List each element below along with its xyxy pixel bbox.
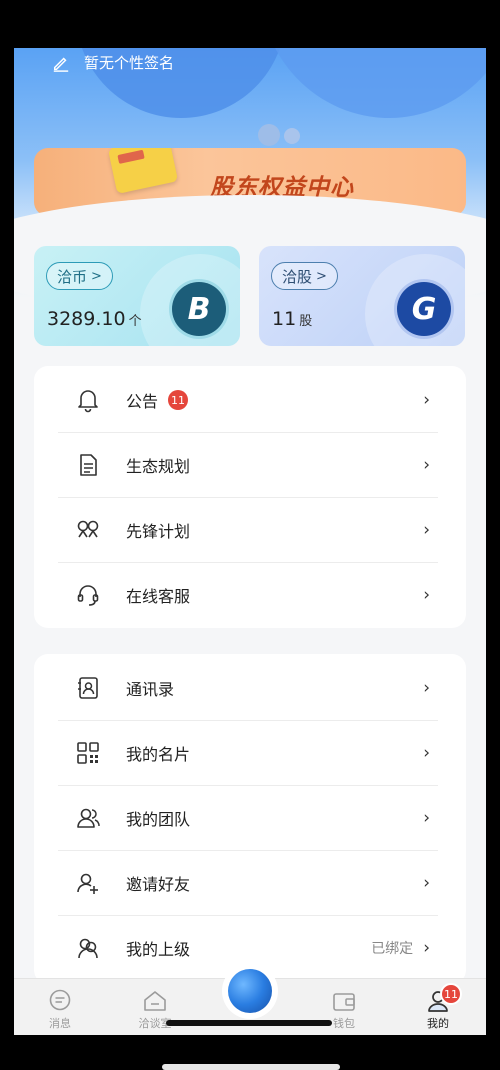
notification-badge: 11 <box>440 983 462 1005</box>
menu-item-label: 我的名片 <box>126 745 191 764</box>
menu-item-label: 我的上级 <box>126 940 191 959</box>
menu-item-customer-service[interactable]: 在线客服 › <box>58 563 438 627</box>
contacts-icon <box>74 674 102 702</box>
coin-unit: 个 <box>128 314 142 329</box>
chevron-right-icon: › <box>423 390 430 410</box>
pioneer-icon <box>74 516 102 544</box>
app-screen: 暂无个性签名 股东权益中心 洽币 > 3289.10 个 B 洽股 > 11 股 G <box>14 48 486 1035</box>
chevron-right-icon: › <box>423 520 430 540</box>
bell-icon <box>74 386 102 414</box>
coin-logo-icon: B <box>172 282 226 336</box>
tab-messages[interactable]: 消息 <box>20 987 100 1031</box>
coin-label-pill[interactable]: 洽币 > <box>46 262 113 290</box>
add-user-icon <box>74 869 102 897</box>
headset-icon <box>74 581 102 609</box>
signature-row[interactable]: 暂无个性签名 <box>52 52 174 73</box>
chevron-right-icon: > <box>91 268 102 284</box>
signature-text: 暂无个性签名 <box>84 54 175 72</box>
card-illustration <box>107 148 179 194</box>
chevron-right-icon: › <box>423 455 430 475</box>
share-unit: 股 <box>299 314 313 329</box>
chevron-right-icon: › <box>423 938 430 958</box>
share-amount-value: 11 <box>272 308 297 330</box>
menu-item-eco-plan[interactable]: 生态规划 › <box>58 433 438 497</box>
share-amount: 11 股 <box>272 308 312 330</box>
share-label: 洽股 <box>282 267 313 286</box>
superior-icon <box>74 934 102 962</box>
tab-label: 钱包 <box>333 1017 355 1030</box>
chevron-right-icon: › <box>423 808 430 828</box>
chevron-right-icon: › <box>423 585 430 605</box>
globe-icon[interactable] <box>222 963 278 1019</box>
bottom-bar <box>162 1064 340 1070</box>
share-card[interactable]: 洽股 > 11 股 G <box>259 246 465 346</box>
tab-profile[interactable]: 我的 11 <box>398 983 478 1031</box>
chevron-right-icon: › <box>423 678 430 698</box>
document-icon <box>74 451 102 479</box>
notification-badge: 11 <box>168 390 189 410</box>
service-menu: 公告 11 › 生态规划 › 先锋计划 › 在线客服 › <box>34 366 466 628</box>
menu-item-pioneer-plan[interactable]: 先锋计划 › <box>58 498 438 562</box>
chevron-right-icon: > <box>316 268 327 284</box>
coin-label: 洽币 <box>57 267 88 286</box>
share-logo-icon: G <box>397 282 451 336</box>
menu-item-label: 我的团队 <box>126 810 191 829</box>
coin-amount: 3289.10 个 <box>47 308 142 330</box>
message-icon <box>46 987 74 1015</box>
menu-item-contacts[interactable]: 通讯录 › <box>58 656 438 720</box>
social-menu: 通讯录 › 我的名片 › 我的团队 › 邀请好友 › 我的上级 已绑定 › <box>34 654 466 984</box>
tab-label: 消息 <box>49 1017 71 1030</box>
coin-card[interactable]: 洽币 > 3289.10 个 B <box>34 246 240 346</box>
menu-item-my-team[interactable]: 我的团队 › <box>58 786 438 850</box>
menu-item-invite-friends[interactable]: 邀请好友 › <box>58 851 438 915</box>
tab-label: 我的 <box>427 1017 449 1030</box>
qrcode-icon <box>74 739 102 767</box>
chevron-right-icon: › <box>423 743 430 763</box>
team-icon <box>74 804 102 832</box>
share-label-pill[interactable]: 洽股 > <box>271 262 338 290</box>
menu-item-label: 通讯录 <box>126 680 175 699</box>
menu-item-label: 先锋计划 <box>126 522 191 541</box>
home-indicator[interactable] <box>166 1020 332 1026</box>
chevron-right-icon: › <box>423 873 430 893</box>
status-bar-area <box>0 0 500 48</box>
menu-item-label: 邀请好友 <box>126 875 191 894</box>
menu-item-label: 在线客服 <box>126 587 191 606</box>
bind-status: 已绑定 <box>371 941 414 957</box>
edit-pen-icon <box>53 56 69 72</box>
coin-amount-value: 3289.10 <box>47 308 126 330</box>
bottom-tab-bar: 消息 洽谈室 钱包 我的 11 <box>14 963 486 1035</box>
menu-item-label: 公告 <box>126 392 159 411</box>
house-icon <box>141 987 169 1015</box>
menu-item-announcement[interactable]: 公告 11 › <box>58 368 438 432</box>
menu-item-label: 生态规划 <box>126 457 191 476</box>
wallet-icon <box>330 987 358 1015</box>
menu-item-business-card[interactable]: 我的名片 › <box>58 721 438 785</box>
